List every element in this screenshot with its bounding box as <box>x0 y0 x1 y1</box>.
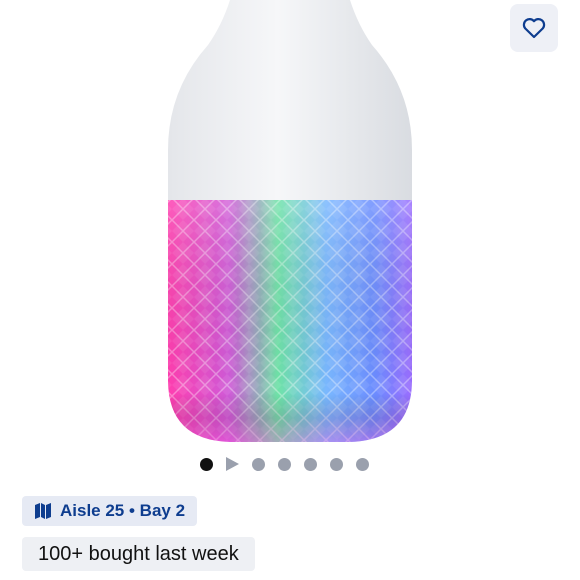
heart-icon <box>522 18 546 39</box>
carousel-dot-7[interactable] <box>356 457 369 471</box>
bought-last-week-badge: 100+ bought last week <box>22 537 255 571</box>
carousel-dot-4[interactable] <box>278 457 291 471</box>
product-image[interactable] <box>150 0 430 450</box>
bulb-illustration <box>168 0 412 442</box>
carousel-dot-5[interactable] <box>304 457 317 471</box>
map-icon <box>35 503 51 519</box>
aisle-location-chip[interactable]: Aisle 25 • Bay 2 <box>22 496 198 526</box>
favorite-button[interactable] <box>510 4 558 52</box>
image-carousel-indicator[interactable] <box>200 456 369 472</box>
bought-last-week-label: 100+ bought last week <box>38 542 239 565</box>
carousel-dot-1[interactable] <box>200 457 213 471</box>
carousel-dot-6[interactable] <box>330 457 343 471</box>
aisle-location-label: Aisle 25 • Bay 2 <box>60 501 186 520</box>
video-play-icon[interactable] <box>226 457 239 471</box>
carousel-dot-3[interactable] <box>252 457 265 471</box>
